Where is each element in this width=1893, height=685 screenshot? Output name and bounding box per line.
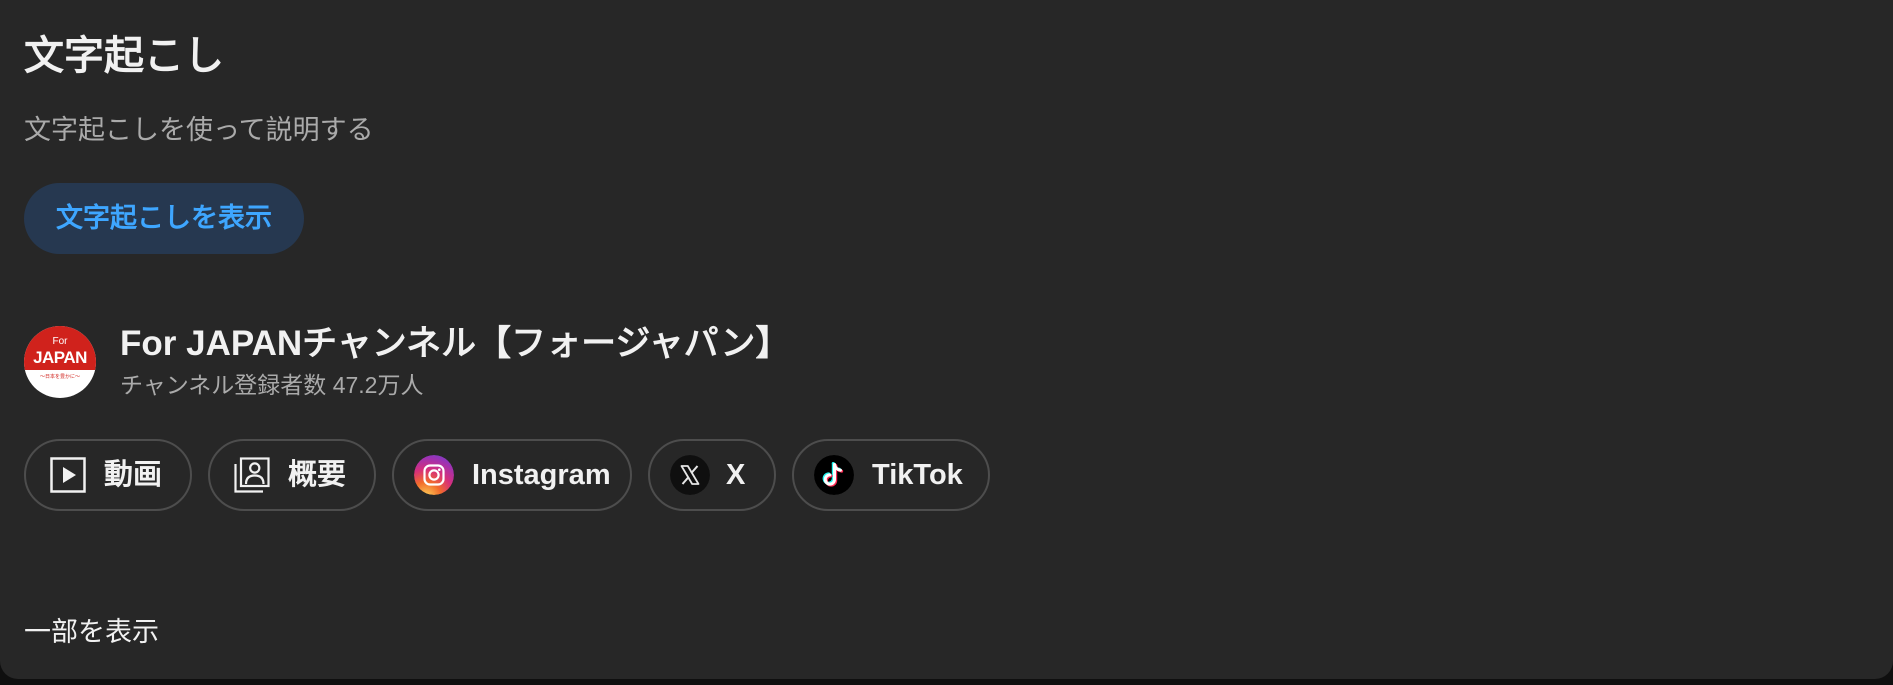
channel-avatar[interactable]: For JAPAN 〜日本を豊かに〜 [24, 326, 96, 398]
tiktok-chip-label: TikTok [872, 459, 963, 491]
transcript-panel: 文字起こし 文字起こしを使って説明する 文字起こしを表示 For JAPAN 〜… [0, 0, 1893, 679]
show-less-button[interactable]: 一部を表示 [24, 614, 159, 650]
avatar-logo-small-text: For [52, 336, 68, 347]
about-chip-label: 概要 [288, 459, 347, 491]
show-transcript-button[interactable]: 文字起こしを表示 [24, 183, 304, 254]
avatar-logo-large-text: JAPAN [33, 348, 87, 367]
tiktok-chip[interactable]: TikTok [792, 439, 990, 511]
section-title: 文字起こし [24, 34, 224, 78]
channel-name[interactable]: For JAPANチャンネル【フォージャパン】 [120, 322, 790, 366]
videos-chip[interactable]: 動画 [24, 439, 192, 511]
instagram-chip-label: Instagram [472, 459, 611, 491]
avatar-logo-tagline: 〜日本を豊かに〜 [39, 374, 80, 380]
x-logo-icon [670, 455, 710, 495]
x-chip[interactable]: X [648, 439, 776, 511]
about-person-icon [234, 457, 270, 493]
videos-chip-label: 動画 [104, 459, 163, 491]
about-chip[interactable]: 概要 [208, 439, 376, 511]
instagram-icon [414, 455, 454, 495]
video-play-icon [50, 457, 86, 493]
x-chip-label: X [726, 459, 746, 491]
instagram-chip[interactable]: Instagram [392, 439, 632, 511]
tiktok-icon [814, 455, 854, 495]
section-description: 文字起こしを使って説明する [24, 115, 374, 145]
subscriber-count: チャンネル登録者数 47.2万人 [120, 372, 424, 398]
